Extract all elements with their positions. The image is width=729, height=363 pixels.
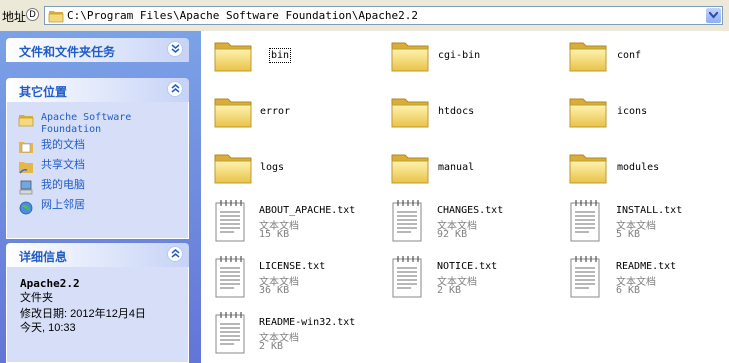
file-item-changes[interactable]: CHANGES.txt 文本文档 92 KB <box>390 199 560 245</box>
folder-icon <box>48 9 64 23</box>
place-label[interactable]: 共享文档 <box>41 159 85 171</box>
folder-item-error[interactable]: error <box>213 93 363 133</box>
address-path[interactable]: C:\Program Files\Apache Software Foundat… <box>67 9 418 22</box>
text-document-icon <box>213 311 247 355</box>
file-size: 15 KB <box>259 229 290 240</box>
place-label[interactable]: Foundation <box>41 124 101 136</box>
folder-name[interactable]: cgi-bin <box>438 50 480 61</box>
my-documents-icon <box>19 142 33 153</box>
details-panel-header[interactable]: 详细信息 <box>6 243 189 267</box>
folder-name[interactable]: htdocs <box>438 106 474 117</box>
file-item-readme-win32[interactable]: README-win32.txt 文本文档 2 KB <box>213 311 383 357</box>
folder-icon <box>390 93 430 129</box>
folder-icon <box>213 93 253 129</box>
address-dropdown-button[interactable] <box>706 8 721 23</box>
details-panel-title[interactable]: 详细信息 <box>19 248 67 265</box>
file-name[interactable]: INSTALL.txt <box>616 205 682 216</box>
folder-icon <box>213 149 253 185</box>
file-name[interactable]: LICENSE.txt <box>259 261 325 272</box>
folder-name[interactable]: conf <box>617 50 641 61</box>
places-panel-header[interactable]: 其它位置 <box>6 78 189 102</box>
chevron-down-icon <box>709 12 718 19</box>
file-name[interactable]: README-win32.txt <box>259 317 355 328</box>
file-size: 2 KB <box>259 341 284 352</box>
place-label[interactable]: 网上邻居 <box>41 199 85 211</box>
place-label[interactable]: Apache Software <box>41 112 131 124</box>
folder-icon <box>568 37 608 73</box>
places-panel-body: Apache Software Foundation 我的文档 共享文档 我的电… <box>6 102 189 239</box>
place-label[interactable]: 我的文档 <box>41 139 85 151</box>
details-type: 文件夹 <box>20 292 53 304</box>
file-name[interactable]: NOTICE.txt <box>437 261 497 272</box>
address-input[interactable]: C:\Program Files\Apache Software Foundat… <box>44 6 723 25</box>
file-list: bin cgi-bin conf error htdocs icons logs… <box>201 31 729 363</box>
address-help-icon[interactable]: D <box>26 8 39 21</box>
folder-icon <box>568 149 608 185</box>
file-item-license[interactable]: LICENSE.txt 文本文档 36 KB <box>213 255 383 301</box>
folder-name[interactable]: icons <box>617 106 647 117</box>
folder-item-conf[interactable]: conf <box>568 37 718 77</box>
shared-documents-icon <box>19 162 33 174</box>
file-name[interactable]: README.txt <box>616 261 676 272</box>
network-icon <box>19 201 33 215</box>
file-size: 6 KB <box>616 285 641 296</box>
file-item-about-apache[interactable]: ABOUT_APACHE.txt 文本文档 15 KB <box>213 199 383 245</box>
folder-item-manual[interactable]: manual <box>390 149 540 189</box>
folder-item-cgi-bin[interactable]: cgi-bin <box>390 37 540 77</box>
file-size: 36 KB <box>259 285 290 296</box>
place-label[interactable]: 我的电脑 <box>41 179 85 191</box>
collapse-icon[interactable] <box>167 246 183 262</box>
folder-name[interactable]: bin <box>268 48 292 63</box>
expand-icon[interactable] <box>167 41 183 57</box>
file-name[interactable]: CHANGES.txt <box>437 205 503 216</box>
folder-icon <box>568 93 608 129</box>
folder-icon <box>213 37 253 73</box>
folder-name[interactable]: manual <box>438 162 474 173</box>
folder-icon <box>390 37 430 73</box>
tasks-panel-title[interactable]: 文件和文件夹任务 <box>19 43 115 60</box>
address-label: 地址 <box>2 10 27 24</box>
folder-item-icons[interactable]: icons <box>568 93 718 133</box>
file-size: 2 KB <box>437 285 462 296</box>
details-time: 今天, 10:33 <box>20 322 76 334</box>
file-item-notice[interactable]: NOTICE.txt 文本文档 2 KB <box>390 255 560 301</box>
file-size: 92 KB <box>437 229 468 240</box>
details-panel-body: Apache2.2 文件夹 修改日期: 2012年12月4日 今天, 10:33 <box>6 267 189 363</box>
text-document-icon <box>568 199 602 243</box>
text-document-icon <box>390 199 424 243</box>
folder-icon <box>18 113 34 127</box>
collapse-icon[interactable] <box>167 81 183 97</box>
folder-item-modules[interactable]: modules <box>568 149 718 189</box>
file-name[interactable]: ABOUT_APACHE.txt <box>259 205 355 216</box>
address-bar: 地址 D C:\Program Files\Apache Software Fo… <box>0 0 729 32</box>
folder-item-htdocs[interactable]: htdocs <box>390 93 540 133</box>
my-computer-icon <box>19 180 33 195</box>
text-document-icon <box>390 255 424 299</box>
folder-name[interactable]: error <box>260 106 290 117</box>
folder-name[interactable]: logs <box>260 162 284 173</box>
tasks-panel: 文件和文件夹任务 <box>6 38 189 62</box>
file-size: 5 KB <box>616 229 641 240</box>
text-document-icon <box>213 199 247 243</box>
task-pane: 文件和文件夹任务 其它位置 Apache Software Foundation <box>0 31 201 363</box>
places-panel: 其它位置 Apache Software Foundation 我的文档 共享文… <box>6 78 189 239</box>
places-panel-title[interactable]: 其它位置 <box>19 83 67 100</box>
folder-name[interactable]: modules <box>617 162 659 173</box>
details-panel: 详细信息 Apache2.2 文件夹 修改日期: 2012年12月4日 今天, … <box>6 243 189 363</box>
file-item-install[interactable]: INSTALL.txt 文本文档 5 KB <box>568 199 728 245</box>
text-document-icon <box>568 255 602 299</box>
file-item-readme[interactable]: README.txt 文本文档 6 KB <box>568 255 728 301</box>
tasks-panel-header[interactable]: 文件和文件夹任务 <box>6 38 189 62</box>
folder-item-logs[interactable]: logs <box>213 149 363 189</box>
text-document-icon <box>213 255 247 299</box>
folder-item-bin[interactable]: bin <box>213 37 363 77</box>
folder-icon <box>390 149 430 185</box>
